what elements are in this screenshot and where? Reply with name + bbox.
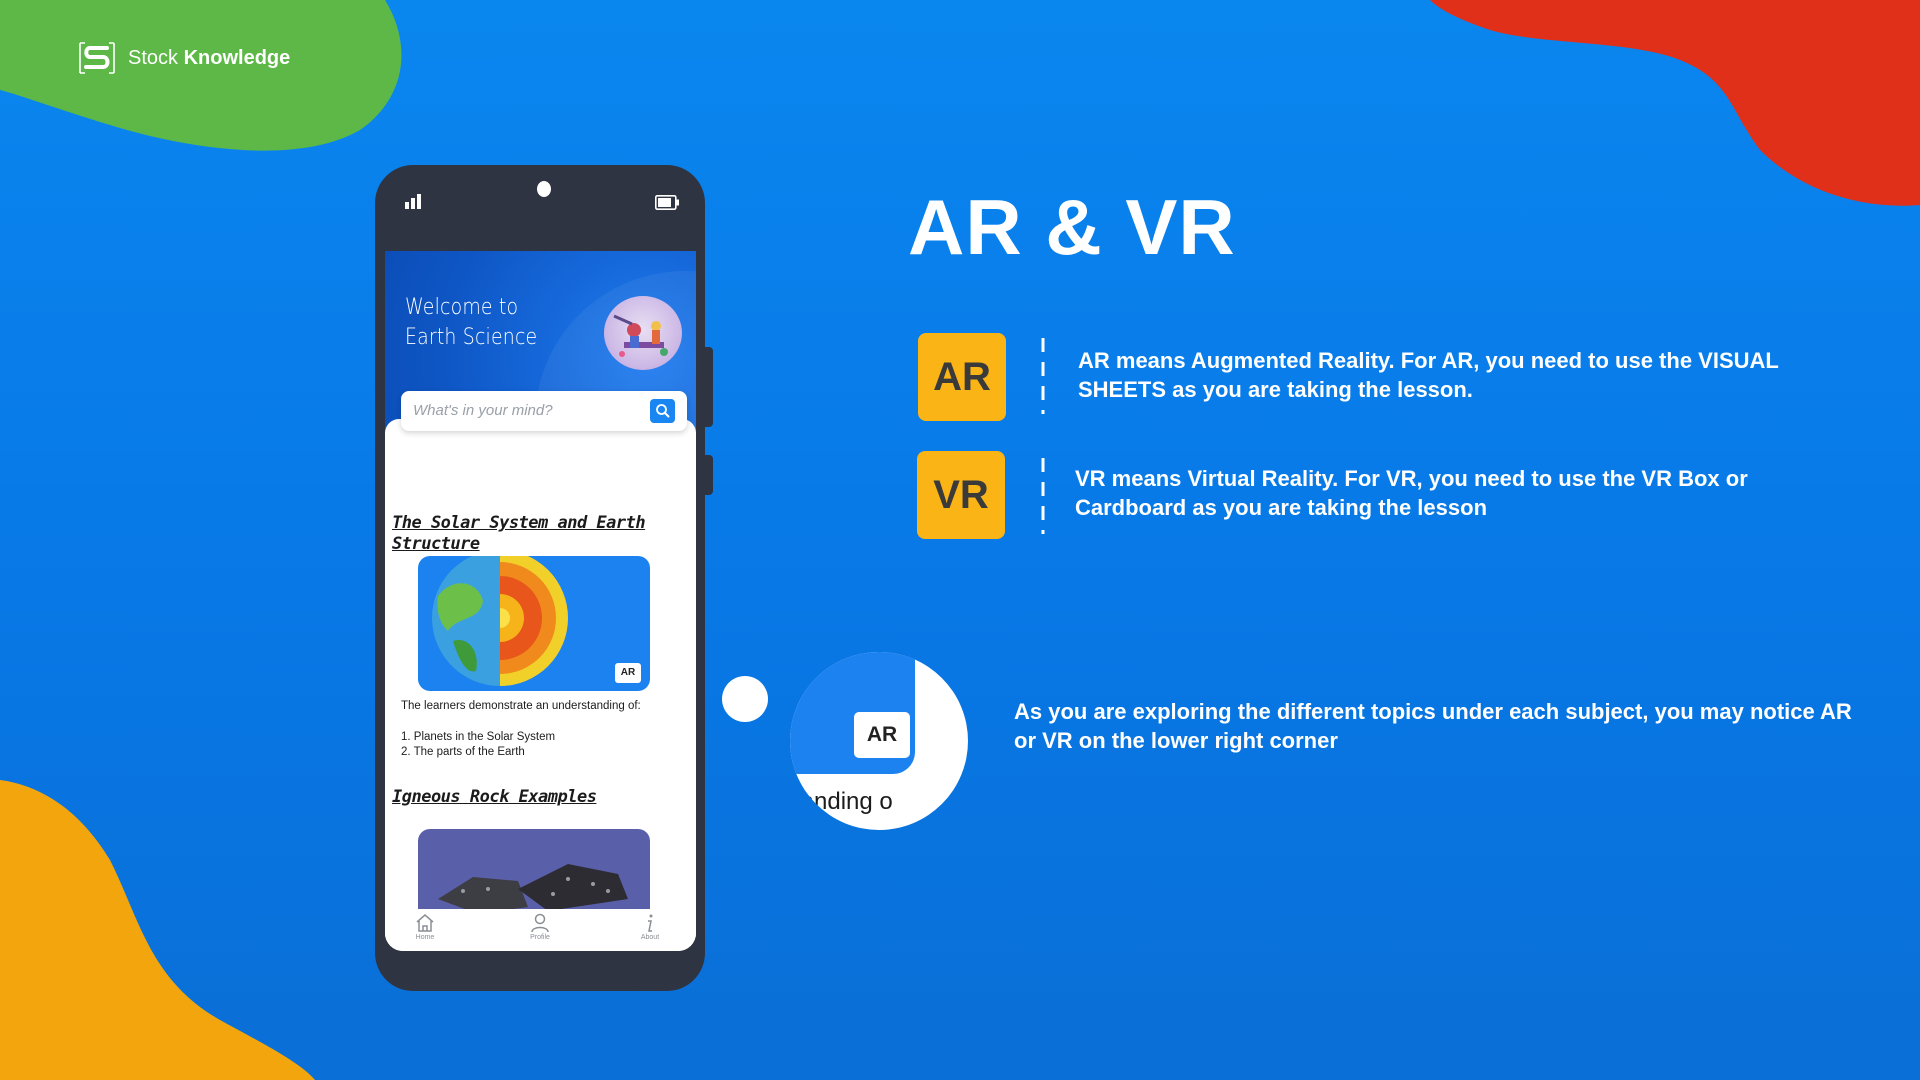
bottom-nav: Home Profile About <box>385 909 696 951</box>
ar-badge: AR <box>615 663 641 683</box>
phone-status-bar <box>375 165 705 250</box>
topic-title[interactable]: Igneous Rock Examples <box>392 787 662 808</box>
slide-title: AR & VR <box>908 183 1236 271</box>
ar-description: AR means Augmented Reality. For AR, you … <box>1078 348 1779 402</box>
search-icon <box>656 404 670 418</box>
phone-screen: Welcome to Earth Science What's in your … <box>385 251 696 951</box>
search-bar <box>401 391 687 431</box>
scientist-illustration <box>613 314 668 357</box>
pointer-dot <box>722 676 768 722</box>
nav-home[interactable]: Home <box>400 913 450 941</box>
signal-icon <box>405 194 421 209</box>
welcome-heading: Welcome to Earth Science <box>405 295 538 350</box>
nav-about[interactable]: About <box>625 913 675 941</box>
phone-side-button <box>705 455 713 495</box>
vr-description: VR means Virtual Reality. For VR, you ne… <box>1075 466 1748 520</box>
ar-tile: AR <box>918 333 1006 421</box>
camera-icon <box>537 181 551 197</box>
list-item: 1. Planets in the Solar System <box>401 731 556 743</box>
zoom-text: rstanding o <box>790 788 893 815</box>
search-input[interactable] <box>413 402 633 419</box>
red-blob <box>1430 0 1920 206</box>
logo-icon <box>79 42 115 74</box>
phone-mockup: Welcome to Earth Science What's in your … <box>375 165 713 991</box>
nav-profile[interactable]: Profile <box>515 913 565 941</box>
green-blob <box>0 0 402 151</box>
brand-logo: Stock Knowledge <box>76 40 290 76</box>
phone-side-button <box>705 347 713 427</box>
vr-tile: VR <box>917 451 1005 539</box>
info-icon <box>648 914 653 932</box>
divider <box>1041 458 1045 534</box>
search-button[interactable] <box>650 399 675 423</box>
brand-name: Stock Knowledge <box>128 46 291 69</box>
topic-description: The learners demonstrate an understandin… <box>401 699 691 760</box>
zoom-ar-badge: AR <box>854 712 910 758</box>
topic-card[interactable]: AR <box>418 556 650 691</box>
divider <box>1041 338 1045 414</box>
orange-blob <box>0 780 315 1080</box>
corner-note: As you are exploring the different topic… <box>1014 699 1852 753</box>
battery-icon <box>655 195 679 210</box>
zoom-callout: AR rstanding o <box>790 652 968 830</box>
profile-icon <box>531 913 549 933</box>
topic-title[interactable]: The Solar System and Earth Structure <box>392 513 662 555</box>
home-icon <box>416 914 434 932</box>
avatar <box>604 296 682 370</box>
list-item: 2. The parts of the Earth <box>401 746 525 758</box>
